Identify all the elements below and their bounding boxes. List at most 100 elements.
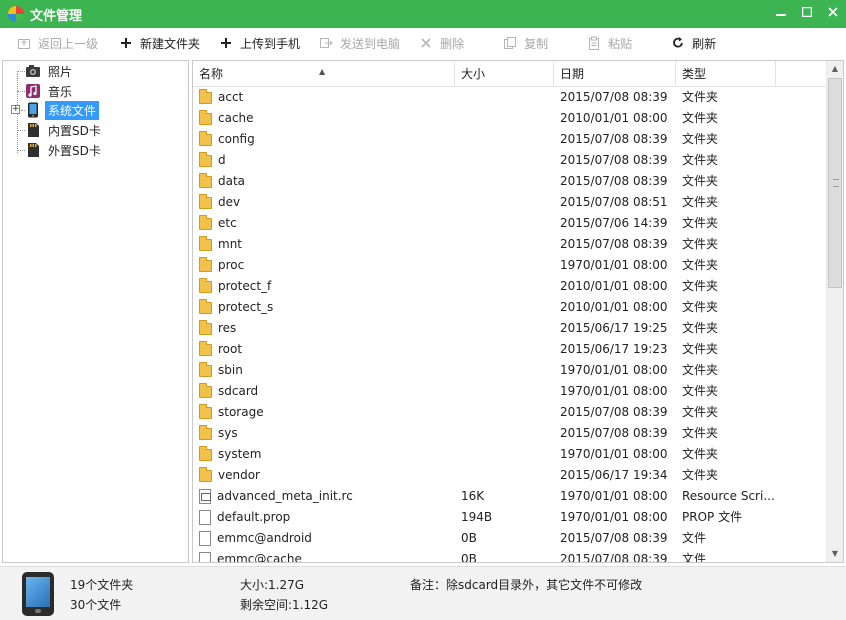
file-row[interactable]: emmc@android 0B 2015/07/08 08:39 文件 xyxy=(193,528,827,549)
tree-item-photos[interactable]: 照片 xyxy=(25,62,75,80)
vertical-scrollbar[interactable]: ▲ ▼ xyxy=(826,61,843,562)
file-date: 2015/07/08 08:39 xyxy=(560,531,668,545)
folder-icon xyxy=(199,340,212,356)
file-row[interactable]: proc 1970/01/01 08:00 文件夹 xyxy=(193,255,827,276)
column-header-name[interactable]: 名称 ▲ xyxy=(193,61,455,87)
status-note: 备注：除sdcard目录外，其它文件不可修改 xyxy=(410,578,643,592)
folder-icon xyxy=(199,277,212,293)
file-date: 2015/07/08 08:39 xyxy=(560,405,668,419)
paste-button[interactable]: 粘贴 xyxy=(578,31,640,55)
tree-item-system-files[interactable]: 系统文件 xyxy=(25,100,100,120)
total-size: 大小:1.27G xyxy=(240,578,305,592)
copy-button[interactable]: 复制 xyxy=(494,31,556,55)
folder-icon xyxy=(199,88,212,104)
folder-count: 19个文件夹 xyxy=(70,578,134,592)
file-row[interactable]: root 2015/06/17 19:23 文件夹 xyxy=(193,339,827,360)
file-row[interactable]: sbin 1970/01/01 08:00 文件夹 xyxy=(193,360,827,381)
refresh-button[interactable]: 刷新 xyxy=(662,31,724,55)
file-type: 文件夹 xyxy=(682,174,719,188)
file-size: 16K xyxy=(461,489,485,503)
file-name: cache xyxy=(218,111,254,125)
upload-button[interactable]: 上传到手机 xyxy=(210,31,308,55)
upload-label: 上传到手机 xyxy=(240,36,301,51)
folder-icon xyxy=(199,256,212,272)
file-row[interactable]: d 2015/07/08 08:39 文件夹 xyxy=(193,150,827,171)
file-type: 文件夹 xyxy=(682,384,719,398)
scrollbar-thumb[interactable] xyxy=(828,78,842,288)
file-row[interactable]: storage 2015/07/08 08:39 文件夹 xyxy=(193,402,827,423)
file-row[interactable]: data 2015/07/08 08:39 文件夹 xyxy=(193,171,827,192)
close-icon[interactable] xyxy=(820,0,846,24)
folder-icon xyxy=(199,193,212,209)
file-type: 文件夹 xyxy=(682,342,719,356)
file-row[interactable]: etc 2015/07/06 14:39 文件夹 xyxy=(193,213,827,234)
file-name-cell: cache xyxy=(199,108,449,129)
phone-device-icon xyxy=(22,572,54,616)
file-row[interactable]: protect_f 2010/01/01 08:00 文件夹 xyxy=(193,276,827,297)
music-icon xyxy=(25,83,41,99)
file-row[interactable]: system 1970/01/01 08:00 文件夹 xyxy=(193,444,827,465)
file-type: 文件夹 xyxy=(682,426,719,440)
file-name-cell: acct xyxy=(199,87,449,108)
file-name: proc xyxy=(218,258,245,272)
new-folder-button[interactable]: 新建文件夹 xyxy=(110,31,208,55)
paste-icon xyxy=(586,35,602,51)
folder-icon xyxy=(199,466,212,482)
file-type: 文件夹 xyxy=(682,258,719,272)
file-row[interactable]: mnt 2015/07/08 08:39 文件夹 xyxy=(193,234,827,255)
file-row[interactable]: advanced_meta_init.rc 16K 1970/01/01 08:00… xyxy=(193,486,827,507)
column-header-label: 名称 xyxy=(199,67,224,81)
maximize-icon[interactable] xyxy=(794,0,820,24)
file-type: 文件夹 xyxy=(682,216,719,230)
file-date: 2015/07/08 08:39 xyxy=(560,132,668,146)
file-row[interactable]: sys 2015/07/08 08:39 文件夹 xyxy=(193,423,827,444)
column-header-label: 类型 xyxy=(682,67,707,81)
tree-item-external-sd[interactable]: 外置SD卡 xyxy=(25,141,104,159)
column-header-date[interactable]: 日期 xyxy=(554,61,676,87)
file-row[interactable]: config 2015/07/08 08:39 文件夹 xyxy=(193,129,827,150)
file-size xyxy=(461,423,551,444)
file-name: storage xyxy=(218,405,264,419)
file-row[interactable]: protect_s 2010/01/01 08:00 文件夹 xyxy=(193,297,827,318)
file-row[interactable]: cache 2010/01/01 08:00 文件夹 xyxy=(193,108,827,129)
resource-file-icon xyxy=(199,489,211,504)
file-name: acct xyxy=(218,90,244,104)
file-row[interactable]: emmc@cache 0B 2015/07/08 08:39 文件 xyxy=(193,549,827,562)
file-row[interactable]: acct 2015/07/08 08:39 文件夹 xyxy=(193,87,827,108)
file-row[interactable]: sdcard 1970/01/01 08:00 文件夹 xyxy=(193,381,827,402)
file-name-cell: data xyxy=(199,171,449,192)
file-size xyxy=(461,255,551,276)
back-button-label: 返回上一级 xyxy=(38,36,99,51)
file-name-cell: protect_f xyxy=(199,276,449,297)
send-to-pc-label: 发送到电脑 xyxy=(340,36,401,51)
file-type: 文件夹 xyxy=(682,363,719,377)
file-date: 1970/01/01 08:00 xyxy=(560,510,668,524)
tree-item-internal-sd[interactable]: 内置SD卡 xyxy=(25,121,104,139)
scroll-down-icon[interactable]: ▼ xyxy=(827,546,843,562)
back-button[interactable]: 返回上一级 xyxy=(8,31,106,55)
scroll-up-icon[interactable]: ▲ xyxy=(827,61,843,77)
file-size xyxy=(461,213,551,234)
tree-item-label: 内置SD卡 xyxy=(48,123,101,138)
file-name: system xyxy=(218,447,262,461)
expand-toggle-icon[interactable]: + xyxy=(11,105,20,114)
file-date: 2015/07/08 08:39 xyxy=(560,153,668,167)
file-type: 文件夹 xyxy=(682,300,719,314)
new-folder-label: 新建文件夹 xyxy=(140,36,201,51)
minimize-icon[interactable] xyxy=(768,0,794,24)
column-header-type[interactable]: 类型 xyxy=(676,61,776,87)
delete-button[interactable]: 删除 xyxy=(410,31,472,55)
file-row[interactable]: vendor 2015/06/17 19:34 文件夹 xyxy=(193,465,827,486)
file-row[interactable]: res 2015/06/17 19:25 文件夹 xyxy=(193,318,827,339)
tree-item-music[interactable]: 音乐 xyxy=(25,82,75,100)
column-header-size[interactable]: 大小 xyxy=(455,61,554,87)
file-date: 2015/06/17 19:34 xyxy=(560,468,668,482)
file-name-cell: d xyxy=(199,150,449,171)
file-row[interactable]: default.prop 194B 1970/01/01 08:00 PROP 文件 xyxy=(193,507,827,528)
file-name-cell: sdcard xyxy=(199,381,449,402)
send-to-pc-button[interactable]: 发送到电脑 xyxy=(310,31,408,55)
file-row[interactable]: dev 2015/07/08 08:51 文件夹 xyxy=(193,192,827,213)
file-type: 文件夹 xyxy=(682,237,719,251)
file-type: 文件 xyxy=(682,531,707,545)
file-name-cell: default.prop xyxy=(199,507,449,528)
